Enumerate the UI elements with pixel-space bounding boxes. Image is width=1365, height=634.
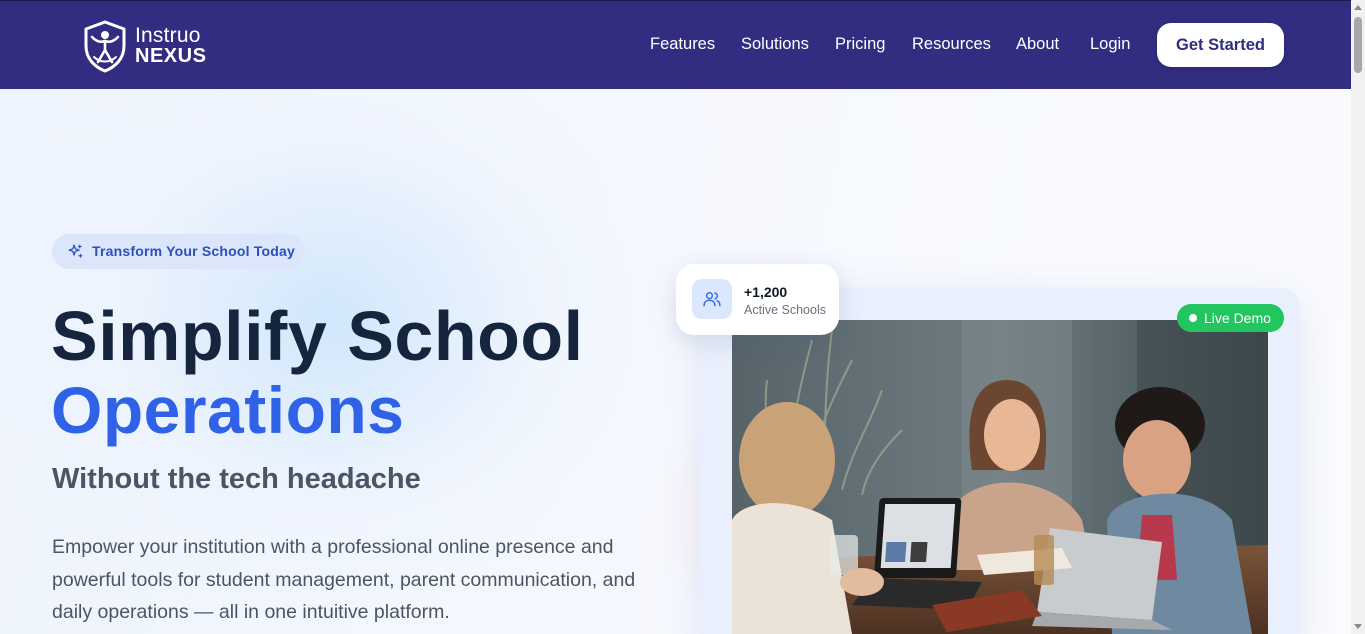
stat-label: Active Schools [744, 303, 826, 317]
students-photo-illustration [732, 320, 1268, 634]
nav-features-link[interactable]: Features [650, 34, 715, 54]
hero-description: Empower your institution with a professi… [52, 536, 636, 623]
sparkles-icon [68, 244, 83, 258]
get-started-button[interactable]: Get Started [1157, 23, 1284, 67]
live-demo-label: Live Demo [1204, 310, 1271, 326]
hero-headline-line1: Simplify School [51, 297, 584, 375]
stat-value: +1,200 [744, 284, 788, 300]
nav-about-link[interactable]: About [1016, 34, 1059, 54]
brand-wordmark: Instruo NEXUS [135, 25, 206, 67]
brand-logo[interactable]: Instruo NEXUS [82, 19, 222, 75]
live-demo-badge[interactable]: Live Demo [1177, 304, 1284, 332]
scroll-up-arrow-icon[interactable] [1354, 5, 1362, 10]
nav-solutions-link[interactable]: Solutions [741, 34, 809, 54]
page-scrollbar[interactable] [1351, 0, 1365, 634]
brand-name-line2: NEXUS [135, 45, 207, 67]
shield-person-icon [84, 20, 126, 73]
scroll-down-arrow-icon[interactable] [1354, 624, 1362, 629]
hero-photo [732, 320, 1268, 634]
nav-login-link[interactable]: Login [1090, 34, 1130, 54]
users-icon [703, 292, 721, 307]
active-schools-stat-card: +1,200 Active Schools [676, 264, 839, 335]
hero-subheadline: Without the tech headache [52, 463, 421, 495]
brand-name-line1: Instruo [135, 24, 201, 47]
hero-headline-line2: Operations [51, 373, 405, 447]
nav-resources-link[interactable]: Resources [912, 34, 991, 54]
live-status-dot [1189, 314, 1197, 322]
site-header: Instruo NEXUS Features Solutions Pricing… [0, 1, 1351, 89]
hero-badge: Transform Your School Today [52, 234, 305, 269]
stat-icon-container [692, 279, 732, 319]
scroll-thumb[interactable] [1354, 17, 1362, 73]
hero-badge-text: Transform Your School Today [92, 243, 295, 259]
nav-pricing-link[interactable]: Pricing [835, 34, 885, 54]
